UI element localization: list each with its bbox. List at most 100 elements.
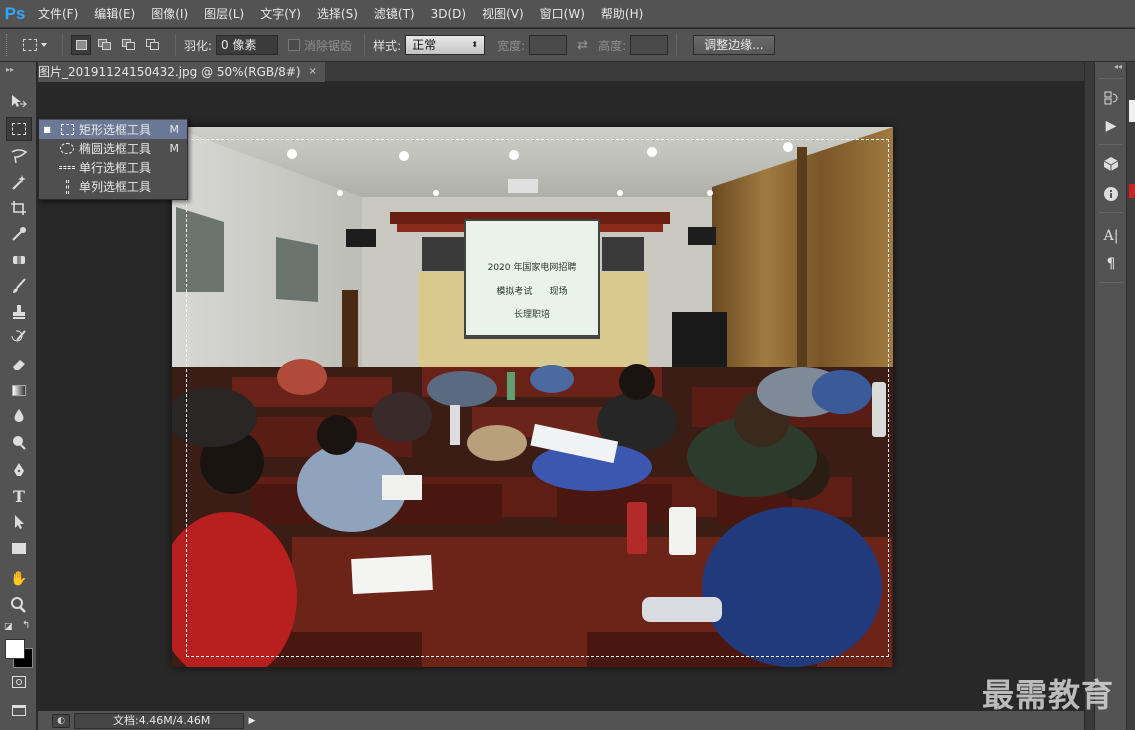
new-selection-icon xyxy=(75,40,87,50)
divider xyxy=(62,34,63,56)
paragraph-panel-icon[interactable]: ¶ xyxy=(1098,252,1124,276)
watermark: 最需教育 xyxy=(982,676,1115,714)
collapse-icon[interactable]: ▸▸ xyxy=(0,62,36,76)
right-panel-dock: ◂◂ ▶ A| ¶ xyxy=(1094,62,1126,730)
path-selection-tool-icon[interactable] xyxy=(6,510,32,534)
default-colors-icon[interactable]: ◪ xyxy=(4,622,14,632)
refine-edge-button[interactable]: 调整边缘... xyxy=(693,35,775,55)
gradient-tool-icon[interactable] xyxy=(6,378,32,402)
actions-play-icon[interactable]: ▶ xyxy=(1098,114,1124,138)
menu-filter[interactable]: 滤镜(T) xyxy=(366,0,423,28)
right-panel-edge xyxy=(1126,62,1135,730)
add-selection-icon xyxy=(98,39,112,51)
screen-mode-icon[interactable] xyxy=(6,698,32,722)
height-input[interactable] xyxy=(630,35,669,55)
menu-view[interactable]: 视图(V) xyxy=(474,0,532,28)
type-tool-icon[interactable]: T xyxy=(6,484,32,508)
subtract-from-selection-button[interactable] xyxy=(119,35,139,55)
3d-panel-icon[interactable] xyxy=(1098,152,1124,176)
panel-swatch xyxy=(1129,100,1135,122)
healing-brush-tool-icon[interactable] xyxy=(6,248,32,272)
flyout-item-label: 矩形选框工具 xyxy=(79,123,152,137)
rect-marquee-tool-icon[interactable] xyxy=(6,117,32,141)
flyout-single-column-marquee[interactable]: 单列选框工具 xyxy=(39,177,187,196)
status-menu-arrow-icon[interactable]: ▶ xyxy=(246,714,258,728)
menu-file[interactable]: 文件(F) xyxy=(30,0,86,28)
ellipse-marquee-icon xyxy=(60,143,74,154)
eraser-tool-icon[interactable] xyxy=(6,352,32,376)
document-tab-bar: 图片_20191124150432.jpg @ 50%(RGB/8#) × xyxy=(38,62,1084,82)
history-panel-icon[interactable] xyxy=(1098,86,1124,110)
expand-panels-icon[interactable]: ◂◂ xyxy=(1095,62,1126,76)
flyout-item-label: 单列选框工具 xyxy=(79,180,152,194)
document-tab[interactable]: 图片_20191124150432.jpg @ 50%(RGB/8#) × xyxy=(38,62,325,82)
info-icon[interactable] xyxy=(1098,182,1124,206)
chevron-down-icon xyxy=(41,43,47,47)
zoom-level-icon[interactable]: ◐ xyxy=(52,713,70,728)
flyout-ellipse-marquee[interactable]: 椭圆选框工具 M xyxy=(39,139,187,158)
document-size-readout[interactable]: 文档:4.46M/4.46M xyxy=(74,712,244,729)
intersect-selection-button[interactable] xyxy=(143,35,163,55)
lasso-tool-icon[interactable] xyxy=(6,144,32,168)
foreground-color-swatch[interactable] xyxy=(5,639,25,659)
new-selection-button[interactable] xyxy=(71,35,91,55)
eyedropper-tool-icon[interactable] xyxy=(6,222,32,246)
move-tool-icon[interactable] xyxy=(6,90,32,114)
history-brush-tool-icon[interactable] xyxy=(6,326,32,350)
single-row-marquee-icon xyxy=(59,166,75,169)
style-select[interactable]: 正常 ⬍ xyxy=(405,35,486,55)
menu-type[interactable]: 文字(Y) xyxy=(252,0,309,28)
flyout-single-row-marquee[interactable]: 单行选框工具 xyxy=(39,158,187,177)
intersect-selection-icon xyxy=(146,39,160,51)
antialias-checkbox[interactable] xyxy=(288,39,301,51)
crop-tool-icon[interactable] xyxy=(6,196,32,220)
flyout-rect-marquee[interactable]: ■ 矩形选框工具 M xyxy=(39,120,187,139)
blur-tool-icon[interactable] xyxy=(6,404,32,428)
close-icon[interactable]: × xyxy=(309,62,317,82)
flyout-item-label: 单行选框工具 xyxy=(79,161,152,175)
feather-label: 羽化: xyxy=(184,38,213,53)
menu-layer[interactable]: 图层(L) xyxy=(196,0,252,28)
character-panel-icon[interactable]: A| xyxy=(1098,224,1124,248)
rectangle-tool-icon[interactable] xyxy=(6,536,32,560)
add-to-selection-button[interactable] xyxy=(95,35,115,55)
panel-collapse-strip[interactable] xyxy=(1084,62,1094,730)
magic-wand-tool-icon[interactable] xyxy=(6,170,32,194)
rect-marquee-icon xyxy=(60,124,74,135)
width-input[interactable] xyxy=(529,35,568,55)
shortcut-key: M xyxy=(169,123,180,136)
tools-panel: ▸▸ T ✋ ◪ ↰ xyxy=(0,62,37,730)
selected-bullet-icon: ■ xyxy=(43,125,51,134)
hand-tool-icon[interactable]: ✋ xyxy=(6,567,32,591)
menu-edit[interactable]: 编辑(E) xyxy=(86,0,143,28)
swap-icon[interactable]: ⇄ xyxy=(577,38,588,53)
menu-3d[interactable]: 3D(D) xyxy=(423,0,474,28)
brush-tool-icon[interactable] xyxy=(6,274,32,298)
quick-mask-icon[interactable] xyxy=(6,670,32,694)
swap-colors-icon[interactable]: ↰ xyxy=(22,620,30,631)
height-label: 高度: xyxy=(598,38,627,53)
pen-tool-icon[interactable] xyxy=(6,458,32,482)
menu-image[interactable]: 图像(I) xyxy=(143,0,196,28)
dodge-tool-icon[interactable] xyxy=(6,430,32,454)
app-logo: Ps xyxy=(4,3,26,23)
style-select-value: 正常 xyxy=(412,38,437,52)
selection-marquee xyxy=(186,139,889,657)
width-label: 宽度: xyxy=(497,38,526,53)
menu-select[interactable]: 选择(S) xyxy=(309,0,366,28)
style-label: 样式: xyxy=(373,38,402,53)
tool-preset-picker[interactable] xyxy=(16,33,54,57)
options-bar: 羽化: 0 像素 消除锯齿 样式: 正常 ⬍ 宽度: ⇄ 高度: 调整边缘... xyxy=(0,29,1135,62)
shortcut-key: M xyxy=(169,142,180,155)
menu-window[interactable]: 窗口(W) xyxy=(532,0,593,28)
clone-stamp-tool-icon[interactable] xyxy=(6,300,32,324)
divider xyxy=(364,34,366,56)
options-grip[interactable] xyxy=(6,34,10,56)
zoom-tool-icon[interactable] xyxy=(6,593,32,617)
feather-input[interactable]: 0 像素 xyxy=(216,35,279,55)
color-swatch-red xyxy=(1129,184,1135,198)
menu-help[interactable]: 帮助(H) xyxy=(593,0,651,28)
flyout-item-label: 椭圆选框工具 xyxy=(79,142,152,156)
marquee-tool-flyout: ■ 矩形选框工具 M 椭圆选框工具 M 单行选框工具 单列选框工具 xyxy=(38,118,188,200)
status-bar: ◐ 文档:4.46M/4.46M ▶ xyxy=(38,710,1084,730)
